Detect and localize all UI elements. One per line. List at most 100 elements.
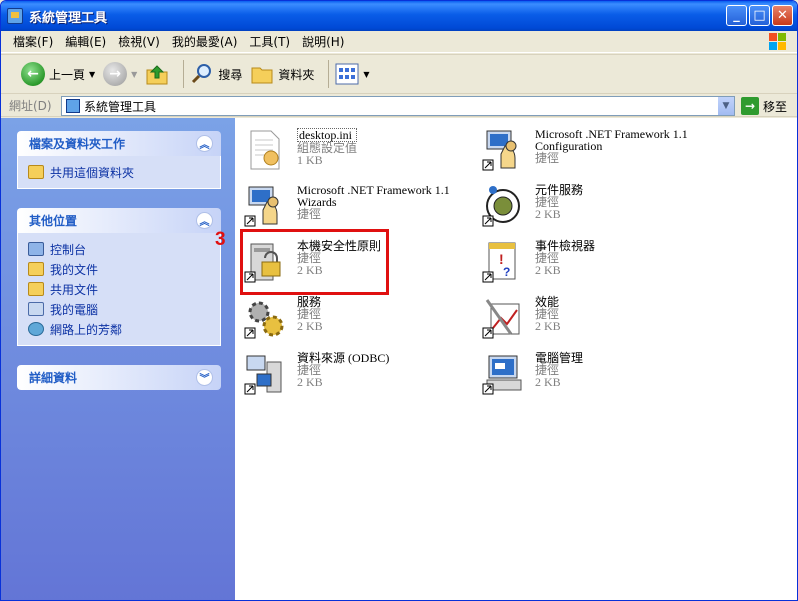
folders-icon [251, 67, 273, 84]
address-dropdown-icon[interactable]: ▼ [717, 97, 734, 115]
highlight-annotation-box [240, 229, 389, 295]
up-folder-button[interactable] [145, 62, 169, 86]
network-places-link[interactable]: 網路上的芳鄰 [28, 319, 210, 339]
my-computer-label: 我的電腦 [50, 302, 99, 317]
minimize-button[interactable]: _ [726, 5, 747, 26]
component-services-icon [481, 184, 525, 228]
up-folder-icon [146, 65, 168, 85]
menu-view[interactable]: 檢視(V) [112, 31, 166, 53]
toolbar-separator [328, 60, 330, 88]
address-label: 網址(D) [9, 99, 52, 113]
other-places-title: 其他位置 [29, 214, 78, 228]
title-bar: 系統管理工具 _ □ ✕ [1, 1, 797, 31]
back-button[interactable]: ← 上一頁 ▼ [21, 62, 95, 86]
file-size: 2 KB [297, 375, 323, 389]
file-size: 2 KB [535, 263, 561, 277]
menu-favorites[interactable]: 我的最愛(A) [166, 31, 244, 53]
shared-documents-label: 共用文件 [50, 282, 99, 297]
file-list: desktop.ini 組態設定值 1 KB Microsoft .NET Fram… [235, 118, 797, 600]
event-viewer-icon: !? [481, 240, 525, 284]
views-button[interactable]: ▼ [335, 63, 370, 85]
shared-documents-icon [28, 282, 44, 296]
forward-arrow-icon: → [103, 62, 128, 86]
file-type: 捷徑 [297, 207, 322, 221]
share-folder-label: 共用這個資料夾 [50, 165, 135, 180]
window-title: 系統管理工具 [29, 10, 108, 26]
annotation-step-label: 3 [215, 229, 226, 250]
file-size: 2 KB [535, 319, 561, 333]
task-pane: 檔案及資料夾工作 ︽ 共用這個資料夾 其他位置 ︽ 控制台 我的文件 共用文件 … [1, 118, 235, 600]
file-name: desktop.ini [297, 128, 358, 142]
ini-file-icon [243, 128, 287, 172]
collapse-chevron-icon[interactable]: ︽ [196, 135, 213, 152]
file-size: 1 KB [297, 153, 323, 167]
control-panel-link[interactable]: 控制台 [28, 239, 210, 259]
folder-app-icon [7, 8, 23, 24]
other-places-panel: 其他位置 ︽ 控制台 我的文件 共用文件 我的電腦 網路上的芳鄰 [17, 208, 221, 346]
shared-documents-link[interactable]: 共用文件 [28, 279, 210, 299]
my-computer-icon [28, 302, 44, 316]
search-icon [192, 64, 212, 84]
back-arrow-icon: ← [21, 62, 45, 86]
my-documents-link[interactable]: 我的文件 [28, 259, 210, 279]
address-field[interactable]: 系統管理工具 ▼ [61, 96, 735, 116]
file-tasks-panel: 檔案及資料夾工作 ︽ 共用這個資料夾 [17, 131, 221, 189]
menu-tools[interactable]: 工具(T) [243, 31, 296, 53]
network-places-icon [28, 322, 44, 336]
go-arrow-icon: → [741, 97, 759, 115]
back-dropdown-icon[interactable]: ▼ [89, 70, 95, 79]
forward-button[interactable]: → ▼ [103, 62, 137, 86]
file-size: 2 KB [535, 207, 561, 221]
dotnet-config-icon [481, 128, 525, 172]
other-places-header[interactable]: 其他位置 ︽ [17, 208, 221, 233]
my-documents-icon [28, 262, 44, 276]
address-value: 系統管理工具 [84, 99, 157, 114]
svg-text:?: ? [503, 265, 510, 279]
details-panel: 詳細資料 ︾ [17, 365, 221, 390]
search-button[interactable]: 搜尋 [190, 62, 242, 86]
address-bar: 網址(D) 系統管理工具 ▼ → 移至 [1, 95, 797, 117]
expand-chevron-icon[interactable]: ︾ [196, 369, 213, 386]
details-title: 詳細資料 [29, 371, 78, 385]
forward-dropdown-icon[interactable]: ▼ [131, 70, 137, 79]
folder-icon [66, 99, 80, 113]
search-label: 搜尋 [218, 67, 243, 82]
file-item[interactable]: 電腦管理 捷徑 2 KB [477, 348, 707, 400]
menu-bar: 檔案(F) 編輯(E) 檢視(V) 我的最愛(A) 工具(T) 說明(H) [1, 31, 797, 53]
file-item[interactable]: !? 事件檢視器 捷徑 2 KB [477, 236, 707, 288]
odbc-icon [243, 352, 287, 396]
menu-edit[interactable]: 編輯(E) [59, 31, 112, 53]
my-computer-link[interactable]: 我的電腦 [28, 299, 210, 319]
go-button[interactable]: → 移至 [741, 97, 787, 115]
file-type: 捷徑 [535, 151, 560, 165]
close-button[interactable]: ✕ [772, 5, 793, 26]
file-tasks-header[interactable]: 檔案及資料夾工作 ︽ [17, 131, 221, 156]
file-item[interactable]: 服務 捷徑 2 KB [239, 292, 469, 344]
services-icon [243, 296, 287, 340]
folders-button[interactable]: 資料夾 [250, 62, 314, 86]
back-label: 上一頁 [49, 67, 86, 82]
maximize-button[interactable]: □ [749, 5, 770, 26]
toolbar-separator [183, 60, 185, 88]
menu-file[interactable]: 檔案(F) [7, 31, 59, 53]
collapse-chevron-icon[interactable]: ︽ [196, 212, 213, 229]
folders-label: 資料夾 [278, 67, 315, 82]
views-icon [335, 63, 359, 85]
file-item[interactable]: 資料來源 (ODBC) 捷徑 2 KB [239, 348, 469, 400]
menu-help[interactable]: 說明(H) [296, 31, 350, 53]
go-label: 移至 [763, 99, 788, 114]
file-item[interactable]: Microsoft .NET Framework 1.1 Wizards 捷徑 [239, 180, 469, 232]
file-item[interactable]: desktop.ini 組態設定值 1 KB [239, 124, 469, 176]
explorer-window: 系統管理工具 _ □ ✕ 檔案(F) 編輯(E) 檢視(V) 我的最愛(A) 工… [0, 0, 798, 601]
file-size: 2 KB [535, 375, 561, 389]
share-folder-icon [28, 165, 44, 179]
file-item[interactable]: 效能 捷徑 2 KB [477, 292, 707, 344]
control-panel-icon [28, 242, 44, 256]
performance-icon [481, 296, 525, 340]
file-item[interactable]: 元件服務 捷徑 2 KB [477, 180, 707, 232]
share-folder-link[interactable]: 共用這個資料夾 [28, 162, 210, 182]
details-header[interactable]: 詳細資料 ︾ [17, 365, 221, 390]
file-item[interactable]: Microsoft .NET Framework 1.1 Configuratio… [477, 124, 707, 176]
windows-logo-icon [769, 33, 787, 51]
computer-management-icon [481, 352, 525, 396]
